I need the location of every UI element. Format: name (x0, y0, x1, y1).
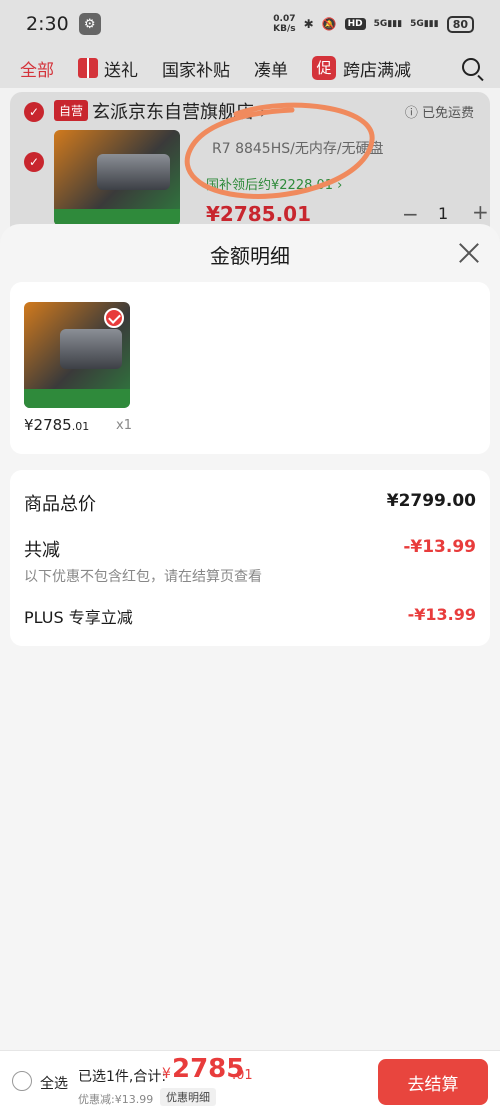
status-bar: 2:30 ⚙ 0.07 KB/s ✱ 🔕 HD 5G▮▮▮ 5G▮▮▮ 80 (0, 0, 500, 48)
store-name[interactable]: 玄派京东自营旗舰店 › (92, 98, 267, 124)
select-all-label[interactable]: 全选 (40, 1073, 68, 1093)
cart-product-image[interactable] (54, 130, 180, 226)
subsidy-text[interactable]: 国补领后约¥2228.01 › (206, 174, 342, 193)
item-check-icon[interactable]: ✓ (24, 152, 44, 172)
product-price-int: ¥2785 (24, 416, 72, 434)
checkout-button[interactable]: 去结算 (378, 1059, 488, 1105)
chevron-right-icon: › (259, 102, 267, 123)
close-icon[interactable] (458, 242, 480, 264)
tab-all[interactable]: 全部 (20, 56, 54, 81)
mini-pc-image (60, 328, 122, 369)
select-all-radio[interactable] (12, 1071, 32, 1091)
filter-tabs: 全部 送礼 国家补贴 凑单 促 跨店满减 (0, 48, 500, 88)
total-currency: ¥ (162, 1066, 171, 1082)
store-check-icon[interactable]: ✓ (24, 102, 44, 122)
amount-detail-sheet: 金额明细 ¥2785.01 x1 商品总价 ¥2799.00 共减 -¥13.9… (0, 224, 500, 1111)
status-indicators: 0.07 KB/s ✱ 🔕 HD 5G▮▮▮ 5G▮▮▮ 80 (273, 14, 474, 34)
net-speed-value: 0.07 (273, 14, 296, 24)
total-amount-decimal: .01 (232, 1068, 253, 1083)
cart-price: ¥2785.01 (206, 202, 312, 226)
mini-pc-image (96, 154, 170, 191)
qty-plus-button[interactable]: + (472, 200, 489, 224)
battery-icon: 80 (446, 15, 474, 33)
qty-minus-button[interactable]: − (402, 202, 419, 226)
tab-bundle[interactable]: 凑单 (254, 56, 288, 81)
selected-count-text: 已选1件,合计: (78, 1069, 167, 1085)
wrench-icon: ⚙ (78, 13, 101, 35)
selected-check-icon (104, 308, 124, 328)
free-shipping-label: ⓘ 已免运费 (404, 106, 474, 121)
search-icon[interactable] (462, 58, 480, 76)
gift-icon (78, 58, 98, 78)
self-operated-badge: 自营 (54, 100, 89, 121)
total-reduce-value: -¥13.99 (403, 537, 476, 557)
product-quantity: x1 (116, 418, 132, 433)
checkout-bar: 全选 已选1件,合计: ¥ 2785 .01 优惠减:¥13.99 优惠明细 去… (0, 1050, 500, 1111)
total-price-label: 商品总价 (24, 494, 96, 515)
store-name-label: 玄派京东自营旗舰店 (92, 102, 254, 123)
product-thumbnail (24, 302, 130, 408)
total-reduce-label: 共减 (24, 540, 60, 561)
tab-cross-store-label: 跨店满减 (343, 60, 411, 81)
net-speed: 0.07 KB/s (273, 14, 295, 34)
price-summary-card: 商品总价 ¥2799.00 共减 -¥13.99 以下优惠不包含红包，请在结算页… (10, 470, 490, 646)
sheet-title: 金额明细 (210, 244, 290, 268)
mute-icon: 🔕 (321, 17, 337, 31)
status-time: 2:30 (26, 13, 69, 35)
signal-label-1: 5G (373, 19, 388, 29)
tab-gift[interactable]: 送礼 (78, 56, 138, 81)
subsidy-banner-image (24, 388, 130, 408)
discount-detail-button[interactable]: 优惠明细 (160, 1088, 216, 1106)
plus-discount-value: -¥13.99 (407, 605, 476, 624)
signal-label-2: 5G (410, 19, 424, 29)
tab-gift-label: 送礼 (104, 60, 138, 81)
total-price-value: ¥2799.00 (386, 491, 476, 511)
product-card: ¥2785.01 x1 (10, 282, 490, 454)
discount-summary: 优惠减:¥13.99 (78, 1093, 154, 1106)
discount-note: 以下优惠不包含红包，请在结算页查看 (24, 569, 262, 585)
bluetooth-icon: ✱ (303, 17, 314, 31)
qty-value: 1 (438, 204, 449, 223)
tab-national-subsidy[interactable]: 国家补贴 (162, 56, 230, 81)
plus-discount-label: PLUS 专享立减 (24, 608, 133, 627)
hd-badge: HD (344, 18, 366, 30)
signal-icon-2: 5G▮▮▮ (410, 19, 439, 29)
product-price-dec: .01 (71, 420, 90, 433)
cart-store-card: ✓ 自营 玄派京东自营旗舰店 › ⓘ 已免运费 ✓ R7 8845HS/无内存/… (10, 92, 490, 242)
tab-cross-store[interactable]: 促 跨店满减 (312, 56, 411, 81)
signal-icon-1: 5G▮▮▮ (373, 19, 403, 29)
spec-selector[interactable]: R7 8845HS/无内存/无硬盘 (212, 138, 384, 158)
net-speed-unit: KB/s (273, 24, 296, 34)
product-price: ¥2785.01 (24, 416, 89, 434)
promo-badge: 促 (312, 56, 336, 80)
